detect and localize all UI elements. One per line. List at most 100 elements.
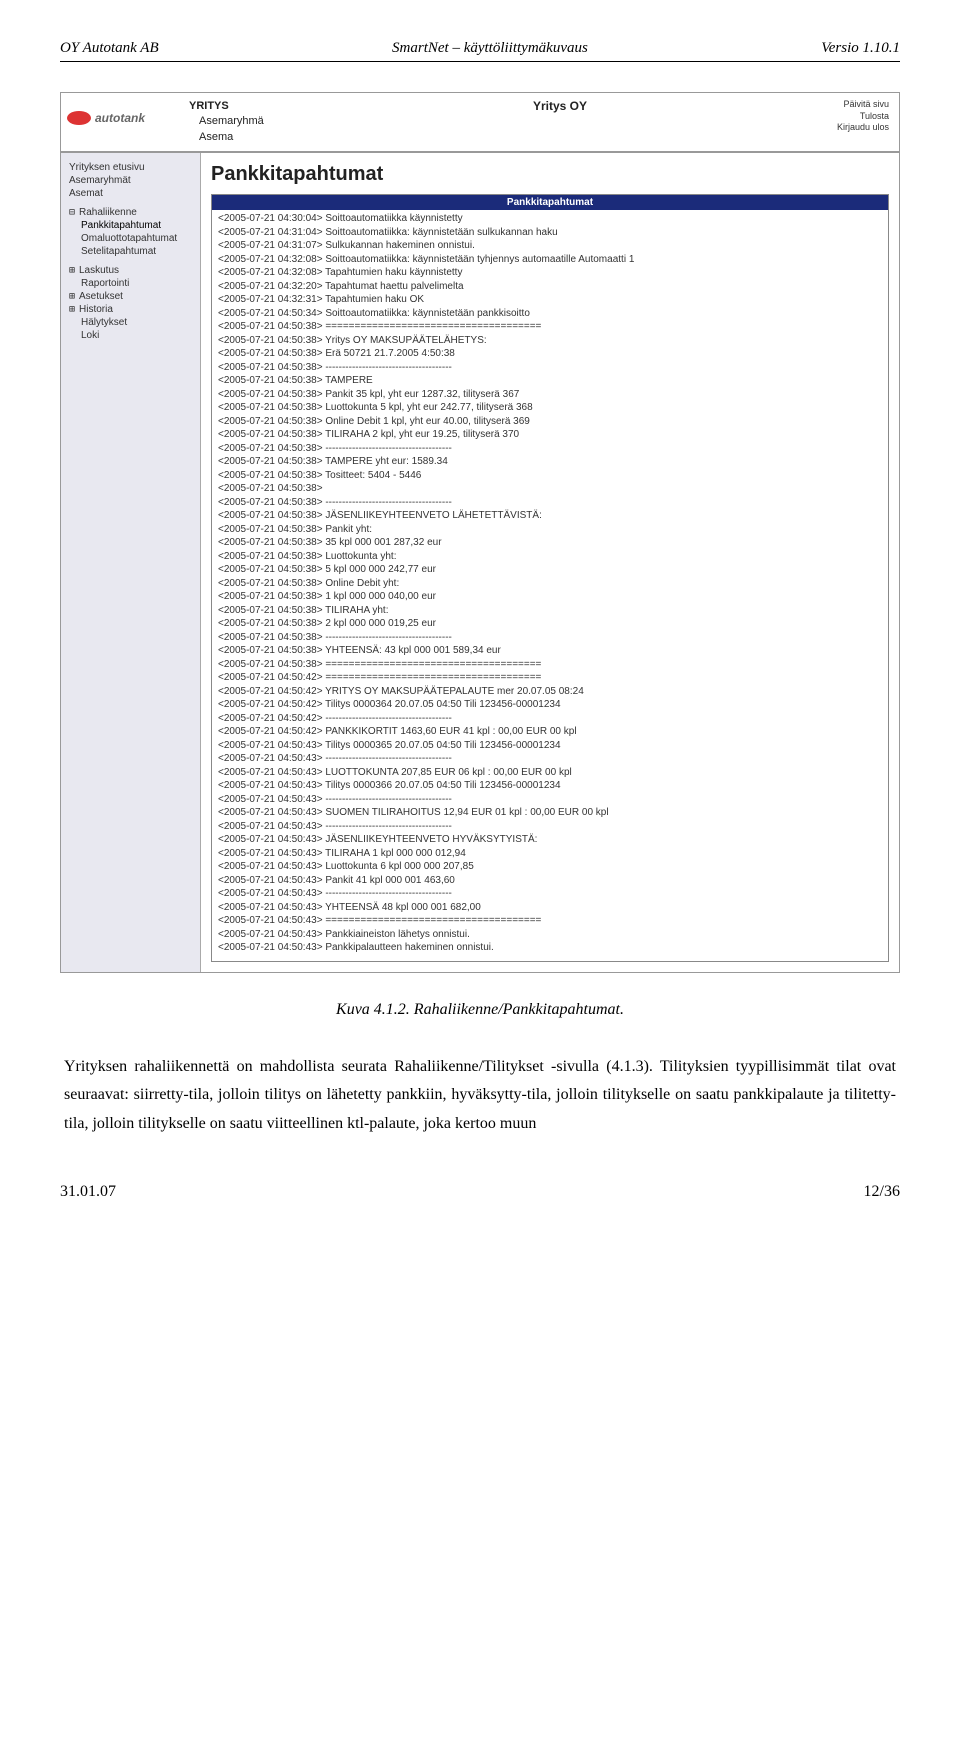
event-log: <2005-07-21 04:30:04> Soittoautomatiikka… (212, 210, 888, 961)
expand-icon: ⊞ (69, 265, 79, 276)
logo-text: autotank (95, 111, 145, 125)
events-panel: Pankkitapahtumat <2005-07-21 04:30:04> S… (211, 194, 889, 962)
nav-reporting[interactable]: Raportointi (69, 277, 200, 290)
log-line: <2005-07-21 04:50:38> Luottokunta yht: (218, 550, 882, 564)
log-line: <2005-07-21 04:50:43> JÄSENLIIKEYHTEENVE… (218, 833, 882, 847)
nav-alerts[interactable]: Hälytykset (69, 316, 200, 329)
log-line: <2005-07-21 04:50:38> ------------------… (218, 496, 882, 510)
print-link[interactable]: Tulosta (799, 111, 889, 123)
document-header: OY Autotank AB SmartNet – käyttöliittymä… (60, 40, 900, 62)
log-line: <2005-07-21 04:50:43> SUOMEN TILIRAHOITU… (218, 806, 882, 820)
log-line: <2005-07-21 04:50:38> Pankit yht: (218, 523, 882, 537)
nav-own-credit-events[interactable]: Omaluottotapahtumat (69, 232, 200, 245)
log-line: <2005-07-21 04:50:43> Pankkiaineiston lä… (218, 928, 882, 942)
log-line: <2005-07-21 04:50:38> Online Debit 1 kpl… (218, 415, 882, 429)
figure-caption: Kuva 4.1.2. Rahaliikenne/Pankkitapahtuma… (60, 1001, 900, 1019)
log-line: <2005-07-21 04:32:20> Tapahtumat haettu … (218, 280, 882, 294)
log-line: <2005-07-21 04:31:07> Sulkukannan hakemi… (218, 239, 882, 253)
expand-icon: ⊞ (69, 291, 79, 302)
log-line: <2005-07-21 04:50:42> YRITYS OY MAKSUPÄÄ… (218, 685, 882, 699)
log-line: <2005-07-21 04:31:04> Soittoautomatiikka… (218, 226, 882, 240)
log-line: <2005-07-21 04:50:38> 1 kpl 000 000 040,… (218, 590, 882, 604)
log-line: <2005-07-21 04:50:38> ------------------… (218, 442, 882, 456)
log-line: <2005-07-21 04:50:38> YHTEENSÄ: 43 kpl 0… (218, 644, 882, 658)
log-line: <2005-07-21 04:50:43> Tilitys 0000366 20… (218, 779, 882, 793)
collapse-icon: ⊟ (69, 207, 79, 218)
log-line: <2005-07-21 04:50:43> Tilitys 0000365 20… (218, 739, 882, 753)
nav-group-invoicing[interactable]: ⊞Laskutus (69, 264, 200, 277)
log-line: <2005-07-21 04:32:31> Tapahtumien haku O… (218, 293, 882, 307)
log-line: <2005-07-21 04:50:43> ------------------… (218, 820, 882, 834)
log-line: <2005-07-21 04:50:38> 5 kpl 000 000 242,… (218, 563, 882, 577)
log-line: <2005-07-21 04:50:38> TILIRAHA yht: (218, 604, 882, 618)
crumb-company[interactable]: YRITYS (189, 99, 321, 114)
app-screenshot: autotank YRITYS Asemaryhmä Asema Yritys … (60, 92, 900, 973)
log-line: <2005-07-21 04:50:38> 2 kpl 000 000 019,… (218, 617, 882, 631)
nav-group-settings[interactable]: ⊞Asetukset (69, 290, 200, 303)
log-line: <2005-07-21 04:50:38> TAMPERE (218, 374, 882, 388)
log-line: <2005-07-21 04:50:42> ------------------… (218, 712, 882, 726)
refresh-link[interactable]: Päivitä sivu (799, 99, 889, 111)
log-line: <2005-07-21 04:30:04> Soittoautomatiikka… (218, 212, 882, 226)
side-nav: Yrityksen etusivu Asemaryhmät Asemat ⊟Ra… (61, 153, 201, 972)
log-line: <2005-07-21 04:50:38> Online Debit yht: (218, 577, 882, 591)
logout-link[interactable]: Kirjaudu ulos (799, 122, 889, 134)
log-line: <2005-07-21 04:50:43> ------------------… (218, 793, 882, 807)
log-line: <2005-07-21 04:50:38> TAMPERE yht eur: 1… (218, 455, 882, 469)
log-line: <2005-07-21 04:50:38> Tositteet: 5404 - … (218, 469, 882, 483)
log-line: <2005-07-21 04:50:34> Soittoautomatiikka… (218, 307, 882, 321)
log-line: <2005-07-21 04:50:38> Luottokunta 5 kpl,… (218, 401, 882, 415)
page-title: Pankkitapahtumat (211, 163, 889, 186)
expand-icon: ⊞ (69, 304, 79, 315)
nav-bill-events[interactable]: Setelitapahtumat (69, 245, 200, 258)
crumb-station-group[interactable]: Asemaryhmä (189, 114, 321, 129)
log-line: <2005-07-21 04:50:43> Luottokunta 6 kpl … (218, 860, 882, 874)
header-left: OY Autotank AB (60, 40, 159, 57)
nav-log[interactable]: Loki (69, 329, 200, 342)
log-line: <2005-07-21 04:50:38> ------------------… (218, 631, 882, 645)
nav-company-home[interactable]: Yrityksen etusivu (69, 161, 200, 174)
header-right: Versio 1.10.1 (821, 40, 900, 57)
log-line: <2005-07-21 04:50:43> LUOTTOKUNTA 207,85… (218, 766, 882, 780)
log-line: <2005-07-21 04:32:08> Tapahtumien haku k… (218, 266, 882, 280)
log-line: <2005-07-21 04:50:38> 35 kpl 000 001 287… (218, 536, 882, 550)
log-line: <2005-07-21 04:50:38> (218, 482, 882, 496)
log-line: <2005-07-21 04:50:38> ------------------… (218, 361, 882, 375)
log-line: <2005-07-21 04:50:38> ==================… (218, 658, 882, 672)
header-center: SmartNet – käyttöliittymäkuvaus (392, 40, 588, 57)
logo: autotank (61, 93, 181, 143)
utility-links: Päivitä sivu Tulosta Kirjaudu ulos (799, 93, 899, 134)
log-line: <2005-07-21 04:50:38> JÄSENLIIKEYHTEENVE… (218, 509, 882, 523)
log-line: <2005-07-21 04:50:42> ==================… (218, 671, 882, 685)
company-title: Yritys OY (321, 93, 799, 113)
panel-header: Pankkitapahtumat (212, 195, 888, 210)
logo-icon (67, 111, 91, 125)
crumb-station[interactable]: Asema (189, 130, 321, 145)
body-paragraph: Yrityksen rahaliikennettä on mahdollista… (64, 1053, 896, 1139)
log-line: <2005-07-21 04:50:38> Yritys OY MAKSUPÄÄ… (218, 334, 882, 348)
nav-bank-events[interactable]: Pankkitapahtumat (69, 219, 200, 232)
log-line: <2005-07-21 04:50:42> PANKKIKORTIT 1463,… (218, 725, 882, 739)
log-line: <2005-07-21 04:50:43> TILIRAHA 1 kpl 000… (218, 847, 882, 861)
log-line: <2005-07-21 04:32:08> Soittoautomatiikka… (218, 253, 882, 267)
log-line: <2005-07-21 04:50:38> Erä 50721 21.7.200… (218, 347, 882, 361)
footer-date: 31.01.07 (60, 1183, 116, 1201)
nav-group-history[interactable]: ⊞Historia (69, 303, 200, 316)
log-line: <2005-07-21 04:50:38> Pankit 35 kpl, yht… (218, 388, 882, 402)
log-line: <2005-07-21 04:50:38> TILIRAHA 2 kpl, yh… (218, 428, 882, 442)
nav-station-groups[interactable]: Asemaryhmät (69, 174, 200, 187)
document-footer: 31.01.07 12/36 (60, 1169, 900, 1201)
top-bar: autotank YRITYS Asemaryhmä Asema Yritys … (61, 93, 899, 153)
log-line: <2005-07-21 04:50:43> ------------------… (218, 752, 882, 766)
nav-stations[interactable]: Asemat (69, 187, 200, 200)
log-line: <2005-07-21 04:50:43> ------------------… (218, 887, 882, 901)
log-line: <2005-07-21 04:50:43> Pankit 41 kpl 000 … (218, 874, 882, 888)
main-content: Pankkitapahtumat Pankkitapahtumat <2005-… (201, 153, 899, 972)
log-line: <2005-07-21 04:50:42> Tilitys 0000364 20… (218, 698, 882, 712)
nav-group-finance[interactable]: ⊟Rahaliikenne (69, 206, 200, 219)
log-line: <2005-07-21 04:50:38> ==================… (218, 320, 882, 334)
log-line: <2005-07-21 04:50:43> ==================… (218, 914, 882, 928)
breadcrumb: YRITYS Asemaryhmä Asema (181, 93, 321, 151)
log-line: <2005-07-21 04:50:43> YHTEENSÄ 48 kpl 00… (218, 901, 882, 915)
footer-page: 12/36 (864, 1183, 900, 1201)
